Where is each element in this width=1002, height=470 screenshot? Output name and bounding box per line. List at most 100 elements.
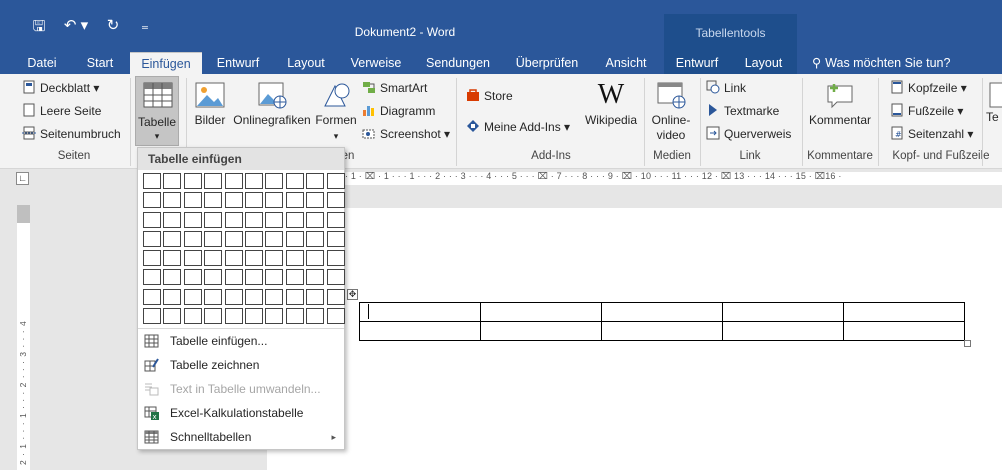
table-cell[interactable] xyxy=(601,302,723,322)
grid-cell[interactable] xyxy=(163,192,182,209)
menu-item-schnelltabellen[interactable]: Schnelltabellen ▸ xyxy=(138,425,344,449)
tab-start[interactable]: Start xyxy=(76,52,124,74)
grid-cell[interactable] xyxy=(143,230,161,247)
grid-cell[interactable] xyxy=(224,230,243,247)
tab-entwurf[interactable]: Entwurf xyxy=(208,52,268,74)
grid-cell[interactable] xyxy=(143,211,161,228)
grid-cell[interactable] xyxy=(224,308,243,325)
grid-cell[interactable] xyxy=(244,192,263,209)
grid-cell[interactable] xyxy=(143,288,161,305)
horizontal-ruler[interactable]: · 1 · ⌧ · 1 · · · 1 · · · 2 · · · 3 · · … xyxy=(345,172,1002,185)
table-cell[interactable] xyxy=(722,321,844,341)
menu-item-excel-tabelle[interactable]: x Excel-Kalkulationstabelle xyxy=(138,401,344,425)
table-cell[interactable] xyxy=(359,302,481,322)
grid-cell[interactable] xyxy=(183,211,202,228)
grid-cell[interactable] xyxy=(285,250,304,267)
grid-cell[interactable] xyxy=(143,173,161,189)
grid-cell[interactable] xyxy=(204,211,223,228)
grid-cell[interactable] xyxy=(244,230,263,247)
grid-cell[interactable] xyxy=(306,250,325,267)
leere-seite-button[interactable]: Leere Seite xyxy=(22,101,101,121)
grid-cell[interactable] xyxy=(326,173,345,189)
deckblatt-button[interactable]: Deckblatt ▾ xyxy=(22,78,99,98)
tab-ansicht[interactable]: Ansicht xyxy=(596,52,656,74)
grid-cell[interactable] xyxy=(183,230,202,247)
online-video-button[interactable]: Online-video xyxy=(648,80,694,143)
grid-cell[interactable] xyxy=(204,308,223,325)
grid-cell[interactable] xyxy=(163,250,182,267)
grid-cell[interactable] xyxy=(183,250,202,267)
tab-datei[interactable]: Datei xyxy=(16,52,68,74)
grid-cell[interactable] xyxy=(306,308,325,325)
grid-cell[interactable] xyxy=(204,288,223,305)
store-button[interactable]: Store xyxy=(466,86,513,106)
tab-layout[interactable]: Layout xyxy=(278,52,334,74)
table-cell[interactable] xyxy=(359,321,481,341)
grid-cell[interactable] xyxy=(265,230,284,247)
grid-cell[interactable] xyxy=(265,192,284,209)
grid-cell[interactable] xyxy=(285,308,304,325)
grid-cell[interactable] xyxy=(163,288,182,305)
grid-cell[interactable] xyxy=(326,288,345,305)
grid-cell[interactable] xyxy=(285,192,304,209)
grid-cell[interactable] xyxy=(265,173,284,189)
table-cell[interactable] xyxy=(843,321,965,341)
grid-cell[interactable] xyxy=(143,308,161,325)
grid-cell[interactable] xyxy=(204,192,223,209)
grid-cell[interactable] xyxy=(265,211,284,228)
vertical-ruler[interactable]: 2 · 1 · · · 1 · · · 2 · · · 3 · · · 4 xyxy=(17,205,30,470)
table-cell[interactable] xyxy=(722,302,844,322)
tell-me-search[interactable]: ⚲ Was möchten Sie tun? xyxy=(812,52,950,74)
tab-selector-icon[interactable]: ∟ xyxy=(16,172,29,185)
grid-cell[interactable] xyxy=(265,288,284,305)
grid-cell[interactable] xyxy=(224,192,243,209)
table-size-grid[interactable] xyxy=(143,173,345,325)
kopfzeile-button[interactable]: Kopfzeile ▾ xyxy=(890,78,967,98)
grid-cell[interactable] xyxy=(224,250,243,267)
grid-cell[interactable] xyxy=(244,173,263,189)
menu-item-tabelle-einfuegen[interactable]: Tabelle einfügen... xyxy=(138,329,344,353)
grid-cell[interactable] xyxy=(326,250,345,267)
grid-cell[interactable] xyxy=(306,230,325,247)
table-resize-handle[interactable] xyxy=(964,340,971,347)
smartart-button[interactable]: SmartArt xyxy=(362,78,427,98)
grid-cell[interactable] xyxy=(285,269,304,286)
grid-cell[interactable] xyxy=(285,288,304,305)
grid-cell[interactable] xyxy=(326,192,345,209)
grid-cell[interactable] xyxy=(306,192,325,209)
grid-cell[interactable] xyxy=(204,269,223,286)
table-move-handle-icon[interactable]: ✥ xyxy=(347,289,358,300)
link-button[interactable]: Link xyxy=(706,78,746,98)
tab-verweise[interactable]: Verweise xyxy=(344,52,408,74)
screenshot-button[interactable]: Screenshot ▾ xyxy=(362,124,450,144)
grid-cell[interactable] xyxy=(306,211,325,228)
grid-cell[interactable] xyxy=(326,230,345,247)
grid-cell[interactable] xyxy=(224,173,243,189)
fusszeile-button[interactable]: Fußzeile ▾ xyxy=(890,101,963,121)
grid-cell[interactable] xyxy=(224,211,243,228)
grid-cell[interactable] xyxy=(306,269,325,286)
grid-cell[interactable] xyxy=(224,269,243,286)
grid-cell[interactable] xyxy=(265,308,284,325)
seitenzahl-button[interactable]: # Seitenzahl ▾ xyxy=(890,124,973,144)
grid-cell[interactable] xyxy=(244,269,263,286)
grid-cell[interactable] xyxy=(163,230,182,247)
grid-cell[interactable] xyxy=(244,211,263,228)
wikipedia-button[interactable]: W Wikipedia xyxy=(584,80,638,128)
grid-cell[interactable] xyxy=(265,269,284,286)
grid-cell[interactable] xyxy=(285,173,304,189)
grid-cell[interactable] xyxy=(326,269,345,286)
grid-cell[interactable] xyxy=(244,250,263,267)
formen-button[interactable]: Formen ▾ xyxy=(314,80,358,144)
grid-cell[interactable] xyxy=(183,308,202,325)
grid-cell[interactable] xyxy=(183,173,202,189)
grid-cell[interactable] xyxy=(204,173,223,189)
grid-cell[interactable] xyxy=(306,173,325,189)
meine-addins-button[interactable]: Meine Add-Ins ▾ xyxy=(466,117,570,137)
tab-sendungen[interactable]: Sendungen xyxy=(418,52,498,74)
tab-tabellen-layout[interactable]: Layout xyxy=(730,52,797,74)
kommentar-button[interactable]: Kommentar xyxy=(806,80,874,128)
grid-cell[interactable] xyxy=(244,288,263,305)
querverweis-button[interactable]: Querverweis xyxy=(706,124,791,144)
tabelle-button[interactable]: Tabelle ▾ xyxy=(135,76,179,146)
